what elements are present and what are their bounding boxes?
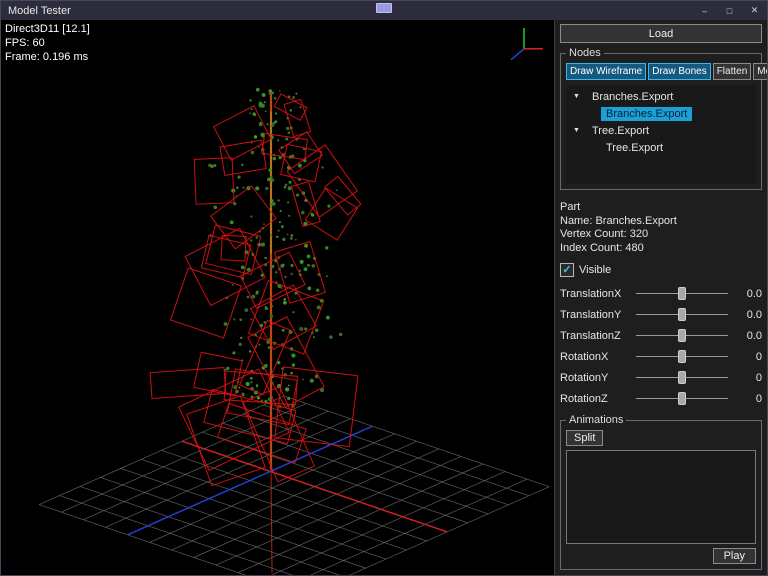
part-section-title: Part [560,201,762,215]
chevron-down-icon[interactable]: ▼ [573,127,583,134]
visible-checkbox[interactable]: ✓ [560,263,574,277]
part-section: Part Name: Branches.Export Vertex Count:… [560,201,762,409]
split-button[interactable]: Split [566,430,603,446]
slider-thumb[interactable] [678,287,686,300]
rotation-y-row: RotationY 0 [560,367,762,388]
3d-viewport[interactable]: Direct3D11 [12.1] FPS: 60 Frame: 0.196 m… [1,20,554,575]
tree-node-tree-export[interactable]: ▼ Tree.Export [566,122,756,139]
slider-thumb[interactable] [678,329,686,342]
play-button[interactable]: Play [713,548,756,564]
tree-node-label[interactable]: Tree.Export [601,141,668,155]
rotation-z-row: RotationZ 0 [560,388,762,409]
tree-node-label[interactable]: Tree.Export [587,124,654,138]
fps-label: FPS: 60 [5,36,90,50]
render-stats: Direct3D11 [12.1] FPS: 60 Frame: 0.196 m… [5,22,90,64]
model-tester-window: Model Tester – □ ✕ Direct3D11 [12.1] FPS… [0,0,768,576]
translation-z-value: 0.0 [734,330,762,342]
nodes-toolbar: Draw Wireframe Draw Bones Flatten Merge [566,63,756,80]
nodes-groupbox: Nodes Draw Wireframe Draw Bones Flatten … [560,53,762,190]
renderer-label: Direct3D11 [12.1] [5,22,90,36]
slider-thumb[interactable] [678,350,686,363]
load-button[interactable]: Load [560,24,762,43]
flatten-button[interactable]: Flatten [713,63,752,80]
slider-thumb[interactable] [678,392,686,405]
rotation-x-label: RotationX [560,351,630,363]
maximize-button[interactable]: □ [717,1,742,20]
part-name: Name: Branches.Export [560,215,762,229]
tree-node-label-selected[interactable]: Branches.Export [601,107,692,121]
titlebar[interactable]: Model Tester – □ ✕ [1,1,767,20]
slider-thumb[interactable] [678,308,686,321]
titlebar-buttons: – □ ✕ [692,1,767,20]
rotation-y-label: RotationY [560,372,630,384]
translation-y-label: TranslationY [560,309,630,321]
rotation-z-slider[interactable] [636,392,728,405]
control-panel: Load Nodes Draw Wireframe Draw Bones Fla… [554,20,767,575]
3d-scene-render [1,20,554,575]
animations-group-title: Animations [566,414,626,426]
tree-node-branches-export-child[interactable]: Branches.Export [566,105,756,122]
app-badge-icon [376,3,392,13]
rotation-y-value: 0 [734,372,762,384]
merge-button[interactable]: Merge [753,63,768,80]
slider-thumb[interactable] [678,371,686,384]
animations-groupbox: Animations Split Play [560,420,762,570]
close-button[interactable]: ✕ [742,1,767,20]
rotation-y-slider[interactable] [636,371,728,384]
animations-listbox[interactable] [566,450,756,544]
translation-z-label: TranslationZ [560,330,630,342]
play-row: Play [566,548,756,564]
rotation-x-row: RotationX 0 [560,346,762,367]
translation-x-slider[interactable] [636,287,728,300]
translation-z-row: TranslationZ 0.0 [560,325,762,346]
tree-node-label[interactable]: Branches.Export [587,90,678,104]
part-index-count: Index Count: 480 [560,242,762,256]
part-vertex-count: Vertex Count: 320 [560,228,762,242]
translation-x-row: TranslationX 0.0 [560,283,762,304]
visible-checkbox-row[interactable]: ✓ Visible [560,263,762,277]
minimize-button[interactable]: – [692,1,717,20]
rotation-x-slider[interactable] [636,350,728,363]
tree-node-branches-export[interactable]: ▼ Branches.Export [566,88,756,105]
nodes-group-title: Nodes [566,47,604,59]
draw-wireframe-button[interactable]: Draw Wireframe [566,63,646,80]
draw-bones-button[interactable]: Draw Bones [648,63,710,80]
tree-node-tree-export-child[interactable]: Tree.Export [566,139,756,156]
frame-time-label: Frame: 0.196 ms [5,50,90,64]
rotation-z-label: RotationZ [560,393,630,405]
translation-x-label: TranslationX [560,288,630,300]
node-treeview[interactable]: ▼ Branches.Export Branches.Export ▼ Tree… [566,85,756,184]
visible-checkbox-label: Visible [579,264,611,276]
translation-z-slider[interactable] [636,329,728,342]
translation-y-slider[interactable] [636,308,728,321]
rotation-x-value: 0 [734,351,762,363]
rotation-z-value: 0 [734,393,762,405]
main-area: Direct3D11 [12.1] FPS: 60 Frame: 0.196 m… [1,20,767,575]
window-title: Model Tester [1,5,71,17]
chevron-down-icon[interactable]: ▼ [573,93,583,100]
translation-y-value: 0.0 [734,309,762,321]
translation-x-value: 0.0 [734,288,762,300]
translation-y-row: TranslationY 0.0 [560,304,762,325]
